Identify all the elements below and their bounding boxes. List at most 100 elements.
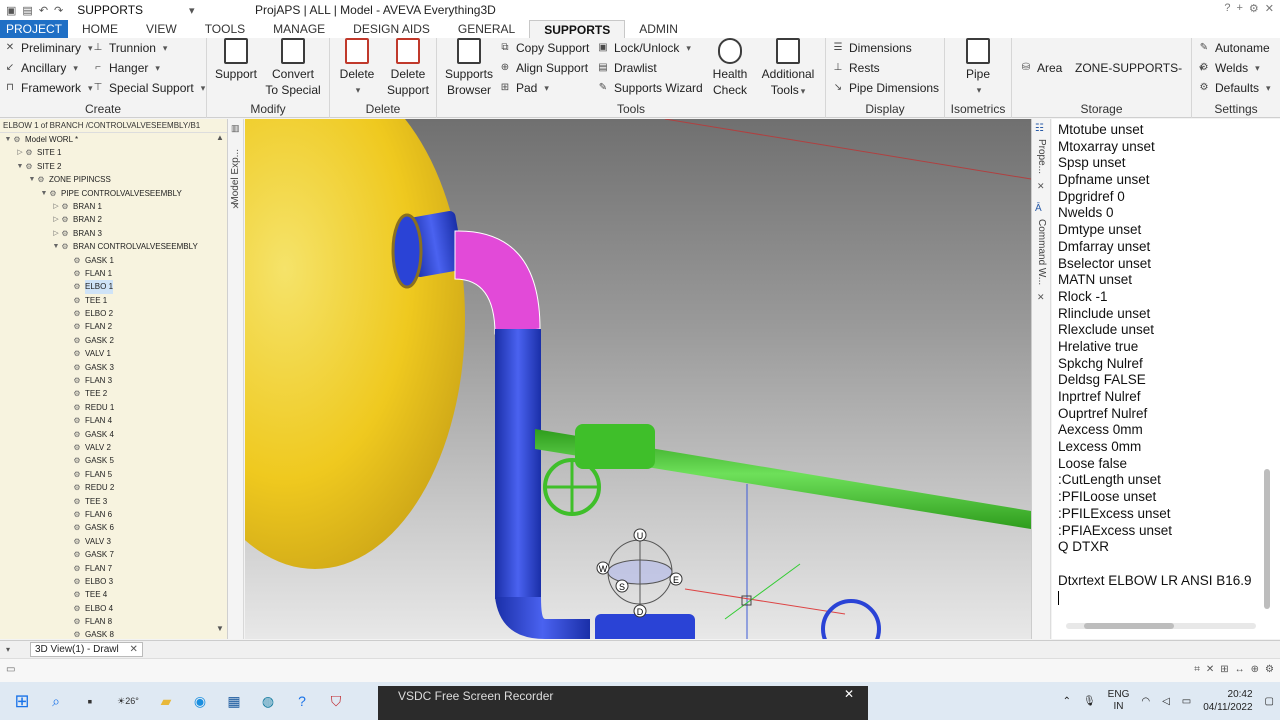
tree-node[interactable]: ▼ ⚙ ZONE PIPINCSS <box>0 173 227 186</box>
tree-node[interactable]: ⚙ GASK 7 <box>0 548 227 561</box>
rests-button[interactable]: ⊥ Rests <box>832 59 880 77</box>
tab-design-aids[interactable]: DESIGN AIDS <box>339 20 444 38</box>
tab-supports[interactable]: SUPPORTS <box>529 20 626 38</box>
tree-node[interactable]: ⚙ VALV 1 <box>0 347 227 360</box>
autoname-button[interactable]: ✎ Autoname <box>1198 39 1270 57</box>
command-window[interactable]: Mtotube unset Mtoxarray unset Spsp unset Dp… <box>1052 119 1280 639</box>
tab-project[interactable]: PROJECT <box>0 20 69 38</box>
tab-general[interactable]: GENERAL <box>444 20 529 38</box>
add-icon[interactable]: + <box>1236 2 1242 15</box>
snap-icon[interactable]: ⌗ <box>1194 664 1200 675</box>
tree-node[interactable]: ▷ ⚙ SITE 1 <box>0 146 227 159</box>
tree-node[interactable]: ⚙ ELBO 2 <box>0 307 227 320</box>
model-explorer-side-tab[interactable]: ▥ Model Exp... ✕ <box>228 119 244 639</box>
tab-home[interactable]: HOME <box>68 20 132 38</box>
expand-toggle-icon[interactable]: ▷ <box>52 227 60 240</box>
drawlist-button[interactable]: ▤ Drawlist <box>597 59 656 77</box>
chevron-up-icon[interactable]: ⌃ <box>1063 696 1071 707</box>
tree-node[interactable]: ⚙ TEE 4 <box>0 588 227 601</box>
close-icon[interactable]: ✕ <box>1265 2 1274 15</box>
tree-node[interactable]: ⚙ GASK 5 <box>0 454 227 467</box>
battery-icon[interactable]: ▭ <box>1182 696 1191 707</box>
store-icon[interactable]: ▦ <box>222 689 246 713</box>
pad-button[interactable]: ⊞ Pad ▾ <box>499 79 549 97</box>
tree-node[interactable]: ⚙ FLAN 7 <box>0 562 227 575</box>
tree-node[interactable]: ⚙ FLAN 8 <box>0 615 227 628</box>
search-icon[interactable]: ⌕ <box>44 689 68 713</box>
framework-button[interactable]: ⊓ Framework ▾ <box>4 79 92 97</box>
close-icon[interactable]: ✕ <box>844 687 854 701</box>
copy-support-button[interactable]: ⧉ Copy Support <box>499 39 589 57</box>
hanger-button[interactable]: ⌐ Hanger ▾ <box>92 59 160 77</box>
tree-node[interactable]: ⚙ GASK 2 <box>0 334 227 347</box>
tree-node[interactable]: ⚙ VALV 3 <box>0 535 227 548</box>
tree-node[interactable]: ⚙ GASK 8 <box>0 628 227 639</box>
dropdown-arrow-icon[interactable]: ▾ <box>189 4 195 17</box>
tree-node[interactable]: ⚙ TEE 2 <box>0 387 227 400</box>
tree-node[interactable]: ⚙ GASK 6 <box>0 521 227 534</box>
task-view-icon[interactable]: ▪ <box>78 689 102 713</box>
supports-wizard-button[interactable]: ✎ Supports Wizard <box>597 79 703 97</box>
tab-list-icon[interactable]: ▾ <box>6 645 10 654</box>
close-view-icon[interactable]: ✕ <box>130 644 138 655</box>
close-icon[interactable]: ✕ <box>232 201 240 212</box>
weather-icon[interactable]: ☀ 26° <box>112 689 144 713</box>
tree-node[interactable]: ⚙ FLAN 3 <box>0 374 227 387</box>
expand-toggle-icon[interactable]: ▷ <box>52 200 60 213</box>
tab-view[interactable]: VIEW <box>132 20 191 38</box>
tree-node[interactable]: ▼ ⚙ PIPE CONTROLVALVESEEMBLY <box>0 187 227 200</box>
tree-node[interactable]: ⚙ FLAN 4 <box>0 414 227 427</box>
file-explorer-icon[interactable]: ▰ <box>154 689 178 713</box>
clash-icon[interactable]: ✕ <box>1206 664 1214 675</box>
help-icon[interactable]: ? <box>1224 2 1230 15</box>
measure-icon[interactable]: ↔ <box>1235 664 1245 675</box>
command-vscrollbar[interactable] <box>1264 469 1270 609</box>
ancillary-button[interactable]: ↙ Ancillary ▾ <box>4 59 78 77</box>
tree-node[interactable]: ▼ ⚙ Model WORL * <box>0 133 227 146</box>
expand-toggle-icon[interactable]: ▷ <box>16 146 24 159</box>
edge-icon[interactable]: ◉ <box>188 689 212 713</box>
properties-tab-label[interactable]: Prope... <box>1036 139 1047 174</box>
clock[interactable]: 20:42 04/11/2022 <box>1203 688 1252 714</box>
tree-node[interactable]: ⚙ REDU 2 <box>0 481 227 494</box>
zone-dropdown[interactable]: ZONE-SUPPORTS- ▾ <box>1075 59 1204 77</box>
tree-node[interactable]: ▷ ⚙ BRAN 2 <box>0 213 227 226</box>
notifications-icon[interactable]: ▢ <box>1265 696 1274 707</box>
tree-node[interactable]: ⚙ GASK 4 <box>0 428 227 441</box>
redo-icon[interactable]: ↷ <box>54 4 63 17</box>
expand-toggle-icon[interactable]: ▼ <box>52 240 60 253</box>
tab-admin[interactable]: ADMIN <box>625 20 692 38</box>
tree-node[interactable]: ⚙ ELBO 1 <box>0 280 227 294</box>
settings-icon[interactable]: ⚙ <box>1249 2 1259 15</box>
tree-node[interactable]: ⚙ FLAN 6 <box>0 508 227 521</box>
tree-node[interactable]: ⚙ ELBO 4 <box>0 602 227 615</box>
delete-support-button[interactable]: Delete Support <box>384 38 432 98</box>
tree-node[interactable]: ⚙ GASK 1 <box>0 254 227 267</box>
expand-toggle-icon[interactable]: ▼ <box>40 187 48 200</box>
tree-node[interactable]: ⚙ FLAN 2 <box>0 320 227 333</box>
help-icon[interactable]: ? <box>290 689 314 713</box>
close-properties-icon[interactable]: ✕ <box>1037 181 1045 192</box>
lock-unlock-button[interactable]: ▣ Lock/Unlock ▾ <box>597 39 691 57</box>
wifi-icon[interactable]: ◠ <box>1141 696 1150 707</box>
tree-node[interactable]: ⚙ GASK 3 <box>0 361 227 374</box>
app-icon[interactable]: ◍ <box>256 689 280 713</box>
tree-node[interactable]: ⚙ TEE 1 <box>0 294 227 307</box>
defaults-button[interactable]: ⚙ Defaults ▾ <box>1198 79 1271 97</box>
start-icon[interactable]: ⊞ <box>10 689 34 713</box>
support-button[interactable]: Support <box>212 38 260 82</box>
tree-scrollbar[interactable]: ▲ ▼ <box>215 133 225 633</box>
expand-toggle-icon[interactable]: ▼ <box>4 133 12 146</box>
dimensions-button[interactable]: ☰ Dimensions <box>832 39 912 57</box>
3d-viewport[interactable]: U W S E D <box>245 119 1031 639</box>
pipe-dimensions-button[interactable]: ↘ Pipe Dimensions <box>832 79 939 97</box>
command-window-tab-label[interactable]: Command W... <box>1036 219 1047 285</box>
tree-node[interactable]: ▷ ⚙ BRAN 1 <box>0 200 227 213</box>
settings-icon[interactable]: ⚙ <box>1265 664 1274 675</box>
tree-node[interactable]: ▼ ⚙ BRAN CONTROLVALVESEEMBLY <box>0 240 227 253</box>
additional-tools-button[interactable]: Additional Tools ▾ <box>757 38 819 99</box>
align-support-button[interactable]: ⊕ Align Support <box>499 59 588 77</box>
screen-recorder-window[interactable]: VSDC Free Screen Recorder ✕ <box>378 686 868 720</box>
close-command-icon[interactable]: ✕ <box>1037 292 1045 303</box>
pin-icon[interactable]: ▥ <box>231 123 240 134</box>
